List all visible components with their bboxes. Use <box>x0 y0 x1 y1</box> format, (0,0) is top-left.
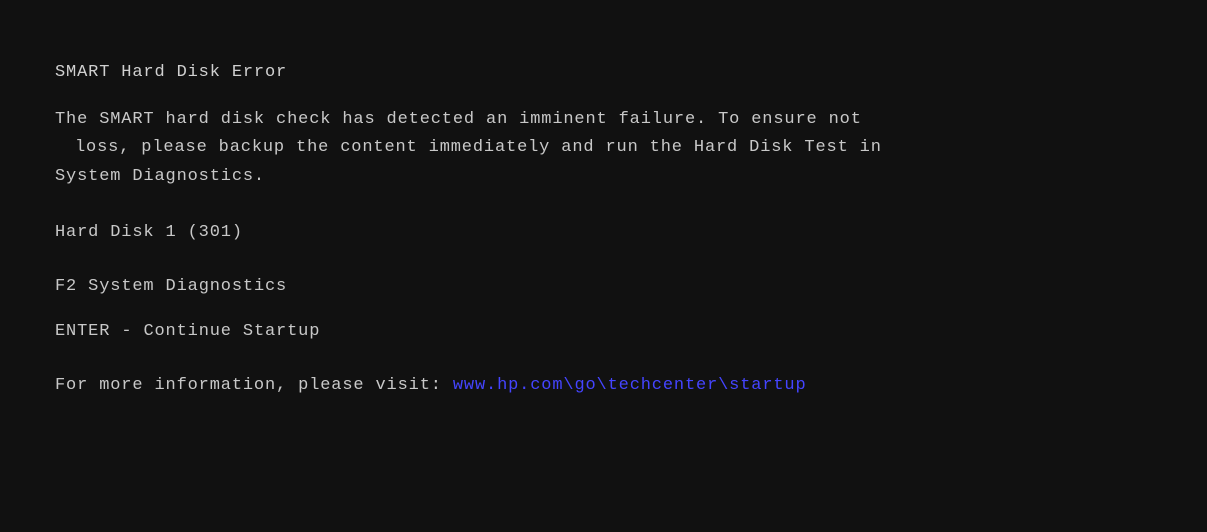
f2-key: F2 <box>55 277 77 296</box>
action-enter: ENTER - Continue Startup <box>55 319 1152 345</box>
error-line-1: The SMART hard disk check has detected a… <box>55 106 1152 135</box>
action-f2: F2 System Diagnostics <box>55 274 1152 300</box>
error-title: SMART Hard Disk Error <box>55 60 1152 86</box>
error-description: The SMART hard disk check has detected a… <box>55 106 1152 193</box>
disk-info: Hard Disk 1 (301) <box>55 220 1152 246</box>
bios-error-screen: SMART Hard Disk Error The SMART hard dis… <box>0 0 1207 532</box>
enter-label: Continue Startup <box>143 322 320 341</box>
error-line-2: loss, please backup the content immediat… <box>55 134 1152 163</box>
enter-sep: - <box>121 322 143 341</box>
f2-label: System Diagnostics <box>88 277 287 296</box>
error-line-3: System Diagnostics. <box>55 163 1152 192</box>
more-info: For more information, please visit: www.… <box>55 373 1152 399</box>
more-info-link[interactable]: www.hp.com\go\techcenter\startup <box>453 376 807 395</box>
more-info-prefix: For more information, please visit: <box>55 376 442 395</box>
enter-key: ENTER <box>55 322 110 341</box>
